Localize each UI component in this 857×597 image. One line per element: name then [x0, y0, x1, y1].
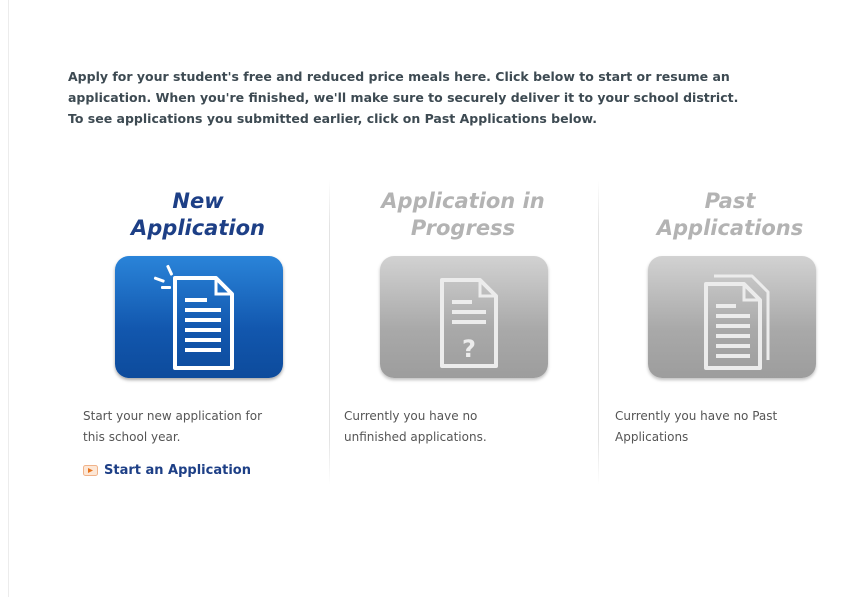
application-in-progress-desc-line-1: Currently you have no [344, 409, 478, 423]
new-application-title-line-1[interactable]: New [75, 188, 321, 215]
past-applications-title: Past Applications [607, 188, 853, 244]
past-applications-title-line-2: Applications [656, 216, 804, 240]
svg-text:?: ? [462, 335, 476, 363]
start-application-label[interactable]: Start an Application [104, 463, 251, 478]
application-in-progress-description: Currently you have no unfinished applica… [344, 406, 579, 448]
stacked-documents-icon [704, 274, 770, 370]
new-application-desc-line-1: Start your new application for [83, 409, 263, 423]
application-in-progress-tile: ? [380, 256, 548, 378]
new-application-title-line-2[interactable]: Application [75, 215, 321, 242]
intro-text: Apply for your student's free and reduce… [68, 66, 843, 129]
past-applications-title-line-1: Past [704, 189, 756, 213]
new-application-column: New Application Start your new applicati… [75, 188, 325, 478]
intro-line-1: Apply for your student's free and reduce… [68, 69, 730, 84]
start-application-link[interactable]: Start an Application [83, 463, 251, 478]
new-application-tile[interactable] [115, 256, 283, 378]
application-in-progress-title-line-2: Progress [410, 216, 516, 240]
new-document-icon [153, 264, 234, 370]
new-application-desc-line-2: this school year. [83, 430, 181, 444]
application-in-progress-title: Application in Progress [337, 188, 589, 244]
arrow-right-icon [83, 465, 98, 476]
intro-line-3: To see applications you submitted earlie… [68, 111, 597, 126]
new-application-description: Start your new application for this scho… [83, 406, 318, 448]
past-applications-tile [648, 256, 816, 378]
past-applications-desc-line-1: Currently you have no Past [615, 409, 778, 423]
question-document-icon: ? [440, 278, 498, 368]
application-in-progress-title-line-1: Application in [381, 189, 545, 213]
column-divider [329, 180, 330, 485]
column-divider [598, 180, 599, 485]
application-in-progress-desc-line-2: unfinished applications. [344, 430, 487, 444]
past-applications-description: Currently you have no Past Applications [615, 406, 850, 448]
past-applications-column: Past Applications Currently you have no … [607, 188, 857, 444]
past-applications-desc-line-2: Applications [615, 430, 689, 444]
left-border [8, 0, 9, 597]
intro-line-2: application. When you're finished, we'll… [68, 90, 739, 105]
new-application-title[interactable]: New Application [75, 188, 321, 244]
application-in-progress-column: Application in Progress ? Currently you … [337, 188, 589, 444]
